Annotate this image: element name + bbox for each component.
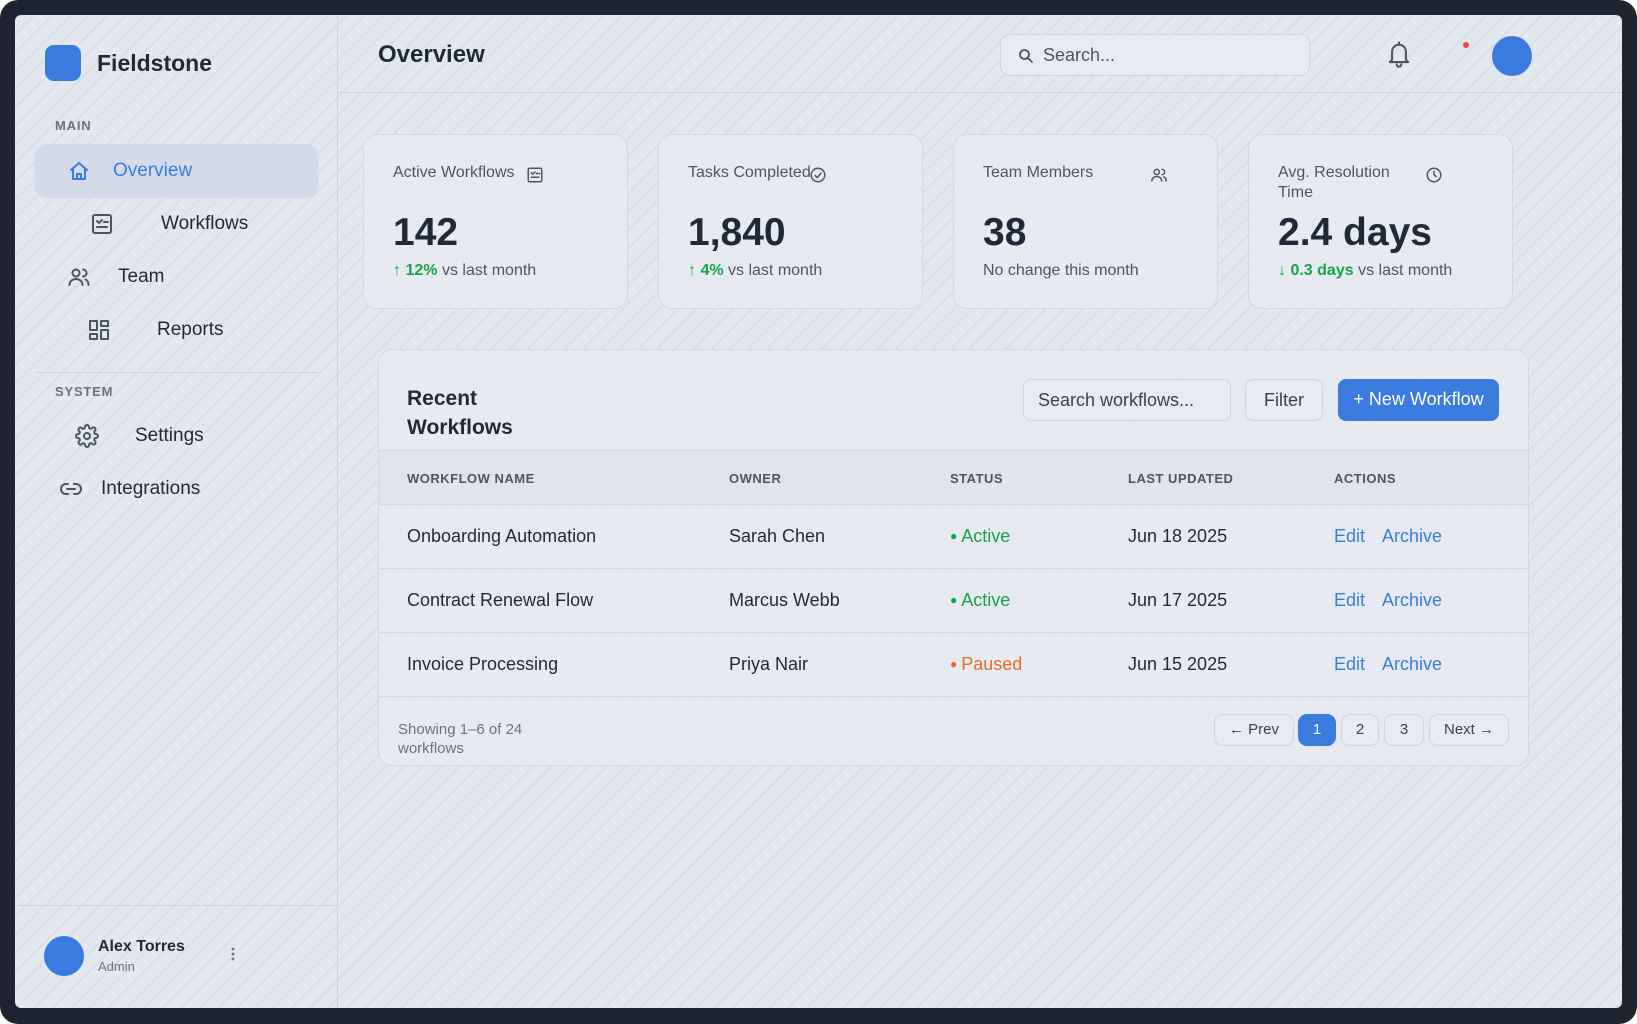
bell-icon[interactable] (1385, 39, 1413, 69)
stat-delta: ↑ 4% vs last month (688, 262, 823, 279)
team-icon (1150, 166, 1168, 184)
sidebar-item-reports[interactable]: Reports (87, 303, 224, 357)
status-badge: ● Paused (950, 654, 1023, 674)
stat-value: 1,840 (688, 211, 786, 254)
clock-icon (1425, 166, 1443, 184)
workflow-updated: Jun 18 2025 (1128, 526, 1228, 546)
team-icon (67, 265, 91, 289)
notification-dot (1463, 42, 1469, 48)
avatar[interactable] (1492, 36, 1532, 76)
check-circle-icon (809, 166, 827, 184)
stat-label: Active Workflows (393, 164, 515, 181)
table-row[interactable]: Invoice Processing Priya Nair ● Paused Ju… (379, 632, 1528, 696)
recent-workflows-panel: Recent Workflows Filter + New Workflow W… (378, 349, 1529, 766)
section-label-system: SYSTEM (55, 384, 114, 399)
sidebar-item-settings[interactable]: Settings (75, 409, 204, 463)
gear-icon (75, 424, 99, 448)
sidebar-item-integrations[interactable]: Integrations (59, 462, 200, 516)
table-row[interactable]: Contract Renewal Flow Marcus Webb ● Activ… (379, 568, 1528, 632)
stat-label: Team Members (983, 164, 1094, 181)
stat-card-active-workflows: Active Workflows 142 ↑ 12% vs last month (363, 134, 628, 309)
top-header: Overview (338, 15, 1622, 93)
edit-link[interactable]: Edit (1334, 590, 1365, 611)
prev-page-button[interactable]: ← Prev (1214, 714, 1294, 746)
sidebar-item-overview[interactable]: Overview (35, 144, 318, 198)
archive-link[interactable]: Archive (1382, 590, 1442, 611)
edit-link[interactable]: Edit (1334, 526, 1365, 547)
workflow-owner: Priya Nair (729, 654, 809, 674)
edit-link[interactable]: Edit (1334, 654, 1365, 675)
sidebar: Fieldstone MAIN Overview Workflows Team (15, 15, 338, 1008)
sidebar-item-label: Team (118, 266, 165, 287)
user-role: Admin (98, 959, 135, 974)
page-title: Overview (378, 41, 485, 68)
brand-name: Fieldstone (97, 49, 213, 76)
more-vertical-icon[interactable] (229, 944, 237, 964)
stat-value: 142 (393, 211, 459, 254)
avatar[interactable] (44, 936, 84, 976)
workflow-search-input[interactable] (1038, 380, 1223, 420)
pagination-info: Showing 1–6 of 24 workflows (398, 721, 523, 757)
sidebar-item-team[interactable]: Team (67, 250, 164, 304)
stat-delta: ↑ 12% vs last month (393, 262, 537, 279)
filter-button[interactable]: Filter (1245, 379, 1323, 421)
stat-value: 2.4 days (1278, 211, 1432, 254)
stat-label: Tasks Completed (688, 164, 811, 181)
brand[interactable]: Fieldstone (45, 45, 212, 81)
stat-delta: ↓ 0.3 days vs last month (1278, 262, 1453, 279)
workflow-name: Invoice Processing (407, 654, 559, 674)
workflow-owner: Sarah Chen (729, 526, 826, 546)
status-badge: ● Active (950, 590, 1011, 610)
user-name: Alex Torres (98, 938, 185, 955)
sidebar-item-label: Settings (135, 425, 204, 446)
brand-logo (45, 45, 81, 81)
search-icon (1017, 47, 1035, 65)
stat-value: 38 (983, 211, 1027, 254)
table-row[interactable]: Onboarding Automation Sarah Chen ● Active… (379, 504, 1528, 568)
stat-card-tasks-completed: Tasks Completed 1,840 ↑ 4% vs last month (658, 134, 923, 309)
stat-card-team-members: Team Members 38 No change this month (953, 134, 1218, 309)
home-icon (67, 159, 91, 183)
workflow-icon (90, 212, 114, 236)
status-badge: ● Active (950, 526, 1011, 546)
next-page-button[interactable]: Next → (1429, 714, 1509, 746)
workflow-name: Contract Renewal Flow (407, 590, 594, 610)
table-header: WORKFLOW NAME OWNER STATUS LAST UPDATED … (379, 450, 1528, 504)
column-header[interactable]: LAST UPDATED (1128, 471, 1233, 486)
archive-link[interactable]: Archive (1382, 654, 1442, 675)
search-input[interactable] (1043, 35, 1298, 75)
device-frame: Fieldstone MAIN Overview Workflows Team (0, 0, 1637, 1024)
section-label-main: MAIN (55, 118, 92, 133)
page-button-1[interactable]: 1 (1298, 714, 1336, 746)
user-profile[interactable]: Alex Torres Admin (15, 905, 338, 1008)
stat-card-avg-resolution: Avg. Resolution Time 2.4 days ↓ 0.3 days… (1248, 134, 1513, 309)
workflow-icon (526, 166, 544, 184)
stat-label: Avg. Resolution Time (1278, 164, 1390, 201)
sidebar-item-label: Workflows (161, 213, 249, 234)
workflow-owner: Marcus Webb (729, 590, 840, 610)
sidebar-item-label: Overview (113, 160, 193, 181)
column-header[interactable]: WORKFLOW NAME (407, 471, 535, 486)
sidebar-divider (35, 372, 318, 373)
column-header[interactable]: STATUS (950, 471, 1003, 486)
sidebar-item-label: Integrations (101, 478, 201, 499)
new-workflow-button[interactable]: + New Workflow (1338, 379, 1499, 421)
page-button-3[interactable]: 3 (1384, 714, 1424, 746)
app-screen: Fieldstone MAIN Overview Workflows Team (15, 15, 1622, 1008)
workflow-name: Onboarding Automation (407, 526, 597, 546)
sidebar-item-workflows[interactable]: Workflows (90, 197, 248, 251)
column-header: ACTIONS (1334, 471, 1396, 486)
page-button-2[interactable]: 2 (1341, 714, 1379, 746)
workflow-updated: Jun 15 2025 (1128, 654, 1228, 674)
link-icon (59, 477, 83, 501)
column-header[interactable]: OWNER (729, 471, 781, 486)
panel-title: Recent Workflows (407, 387, 513, 439)
stat-delta: No change this month (983, 262, 1139, 279)
grid-icon (87, 318, 111, 342)
global-search[interactable] (1000, 34, 1310, 76)
archive-link[interactable]: Archive (1382, 526, 1442, 547)
sidebar-item-label: Reports (157, 319, 224, 340)
workflow-updated: Jun 17 2025 (1128, 590, 1228, 610)
workflow-search[interactable] (1023, 379, 1231, 421)
